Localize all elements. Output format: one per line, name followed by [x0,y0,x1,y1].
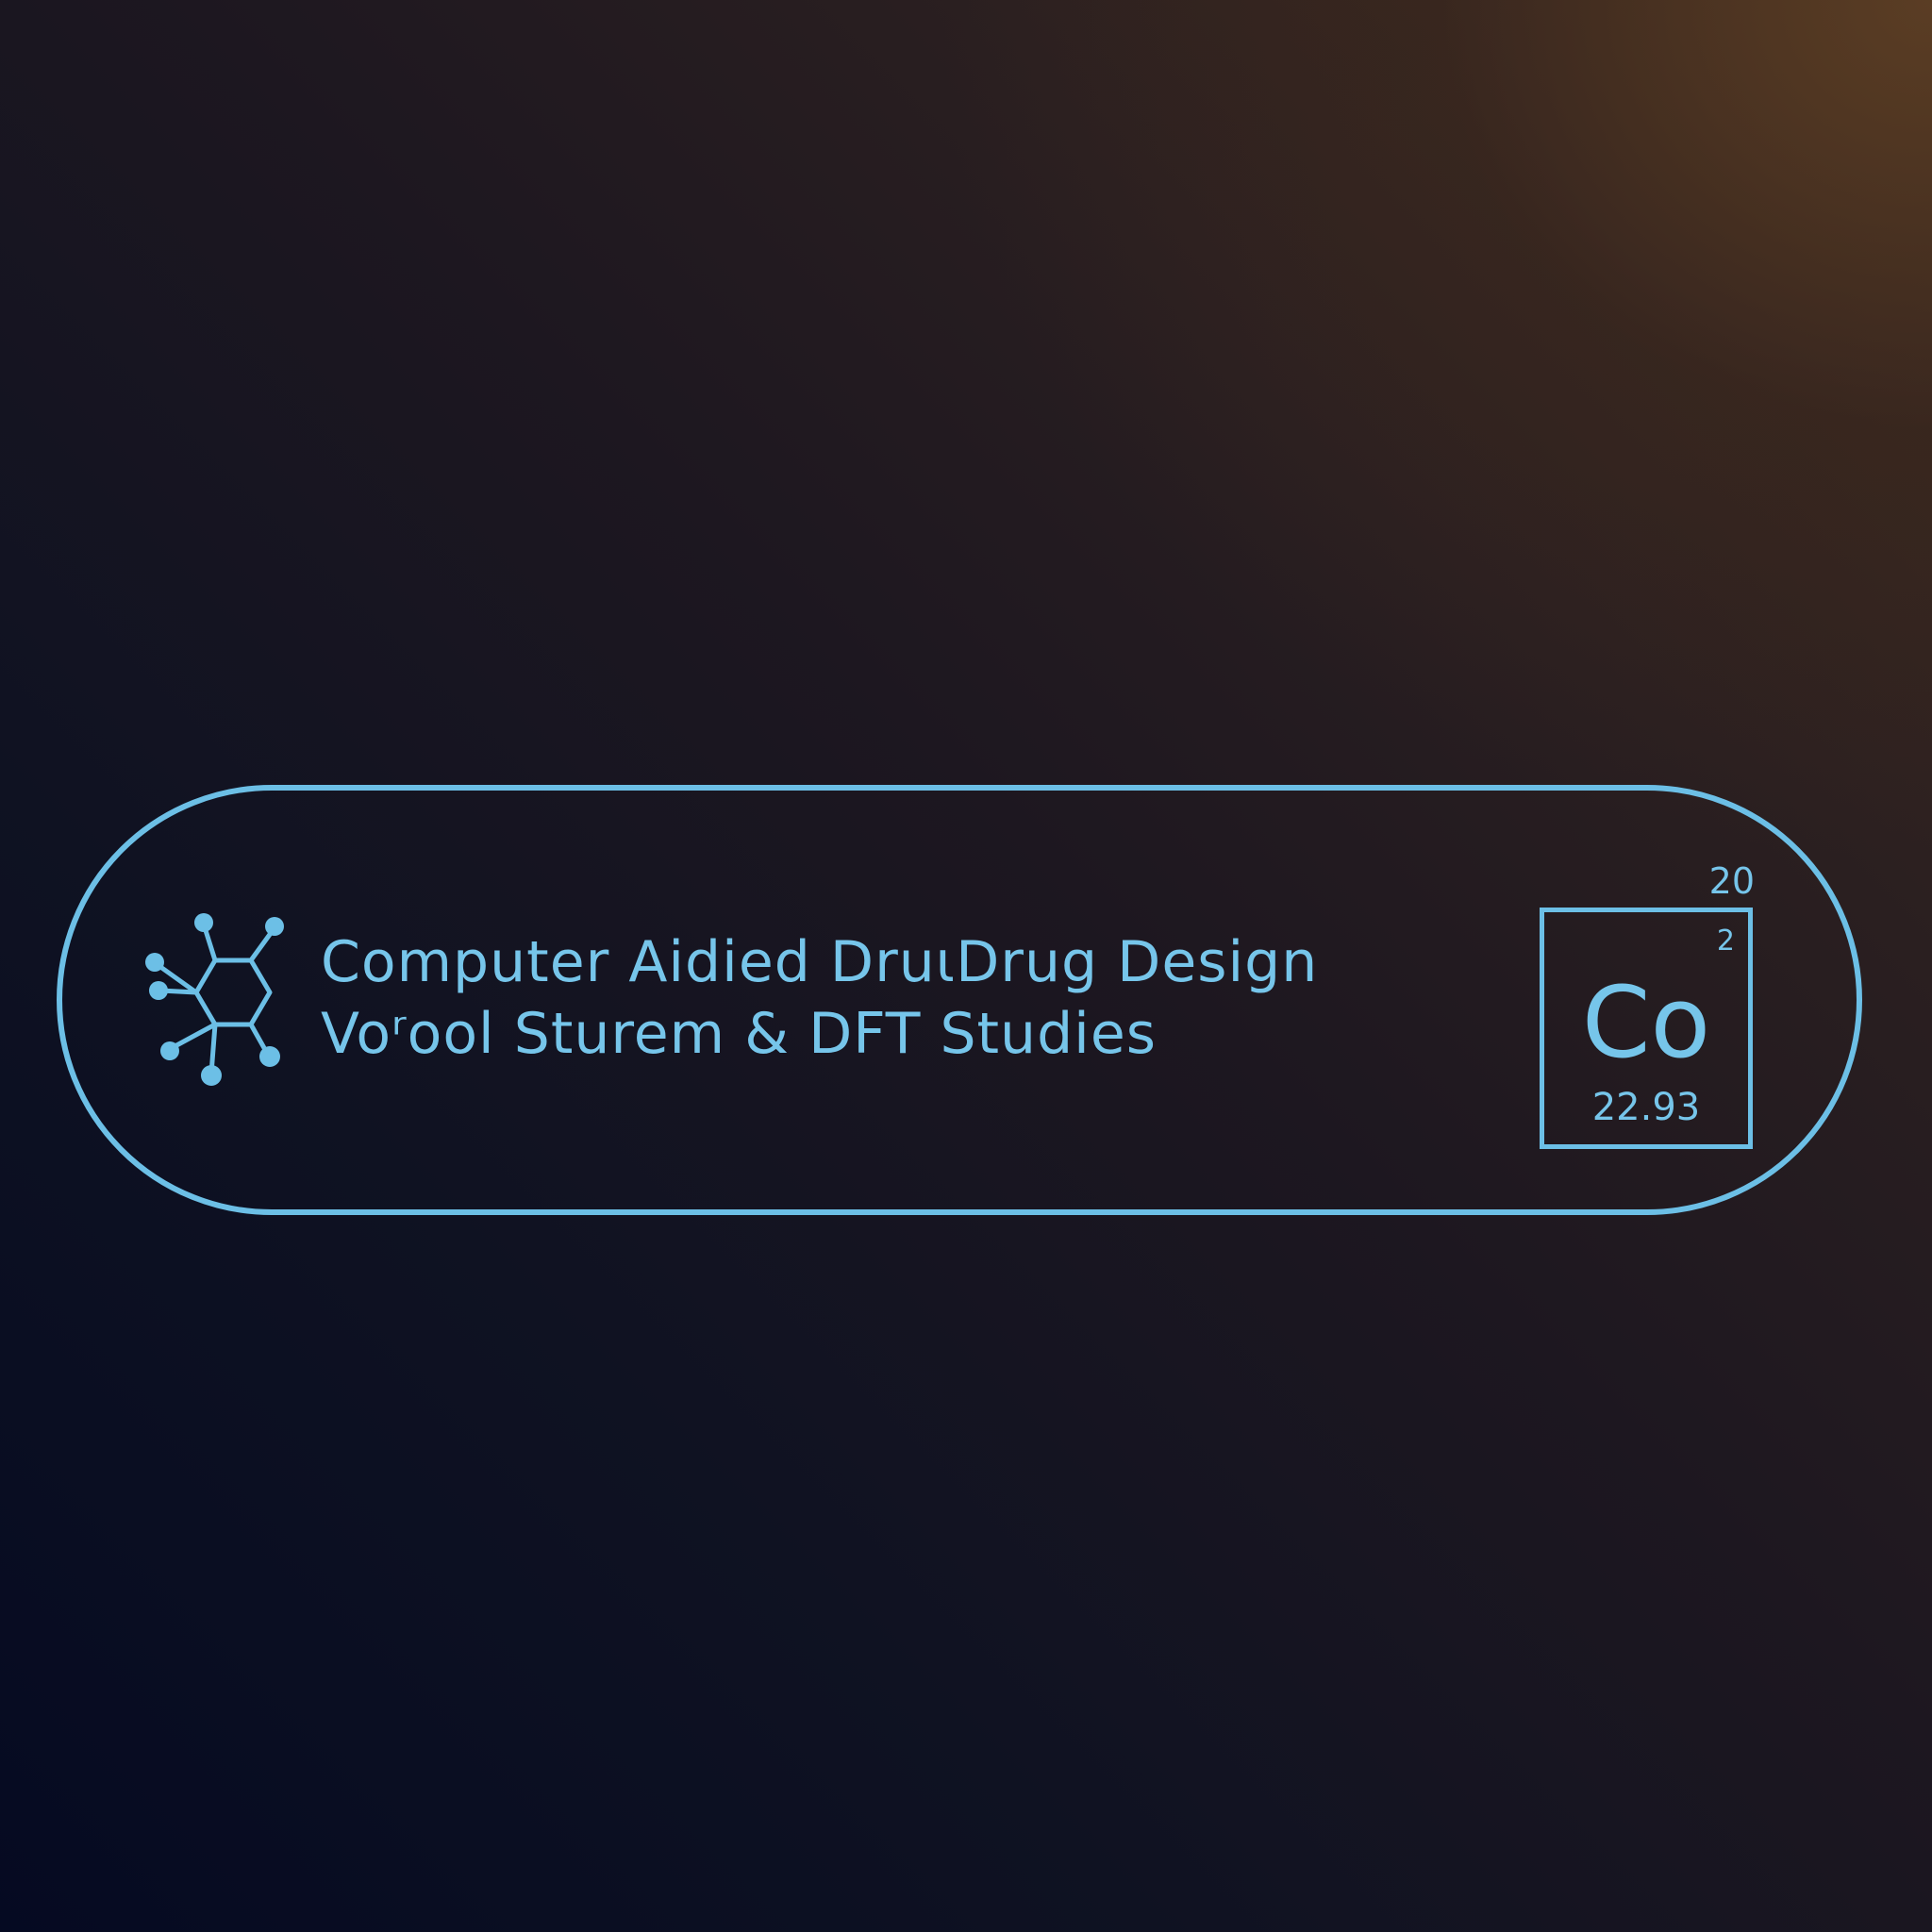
title-line-2: Voʳool Sturem & DFT Studies [321,1001,1158,1067]
element-charge: 2 [1716,924,1735,958]
title-line-1: Computer Aidied DruιDrug Design [321,929,1319,995]
element-number: 20 [1708,860,1755,902]
element-tile: 2 Co 22.93 [1540,908,1753,1149]
molecule-icon [145,913,284,1086]
element-symbol: Co [1581,965,1711,1080]
element-mass: 22.93 [1591,1086,1701,1129]
banner-title: Computer Aidied DruιDrug Design Voʳool S… [321,926,1318,1070]
